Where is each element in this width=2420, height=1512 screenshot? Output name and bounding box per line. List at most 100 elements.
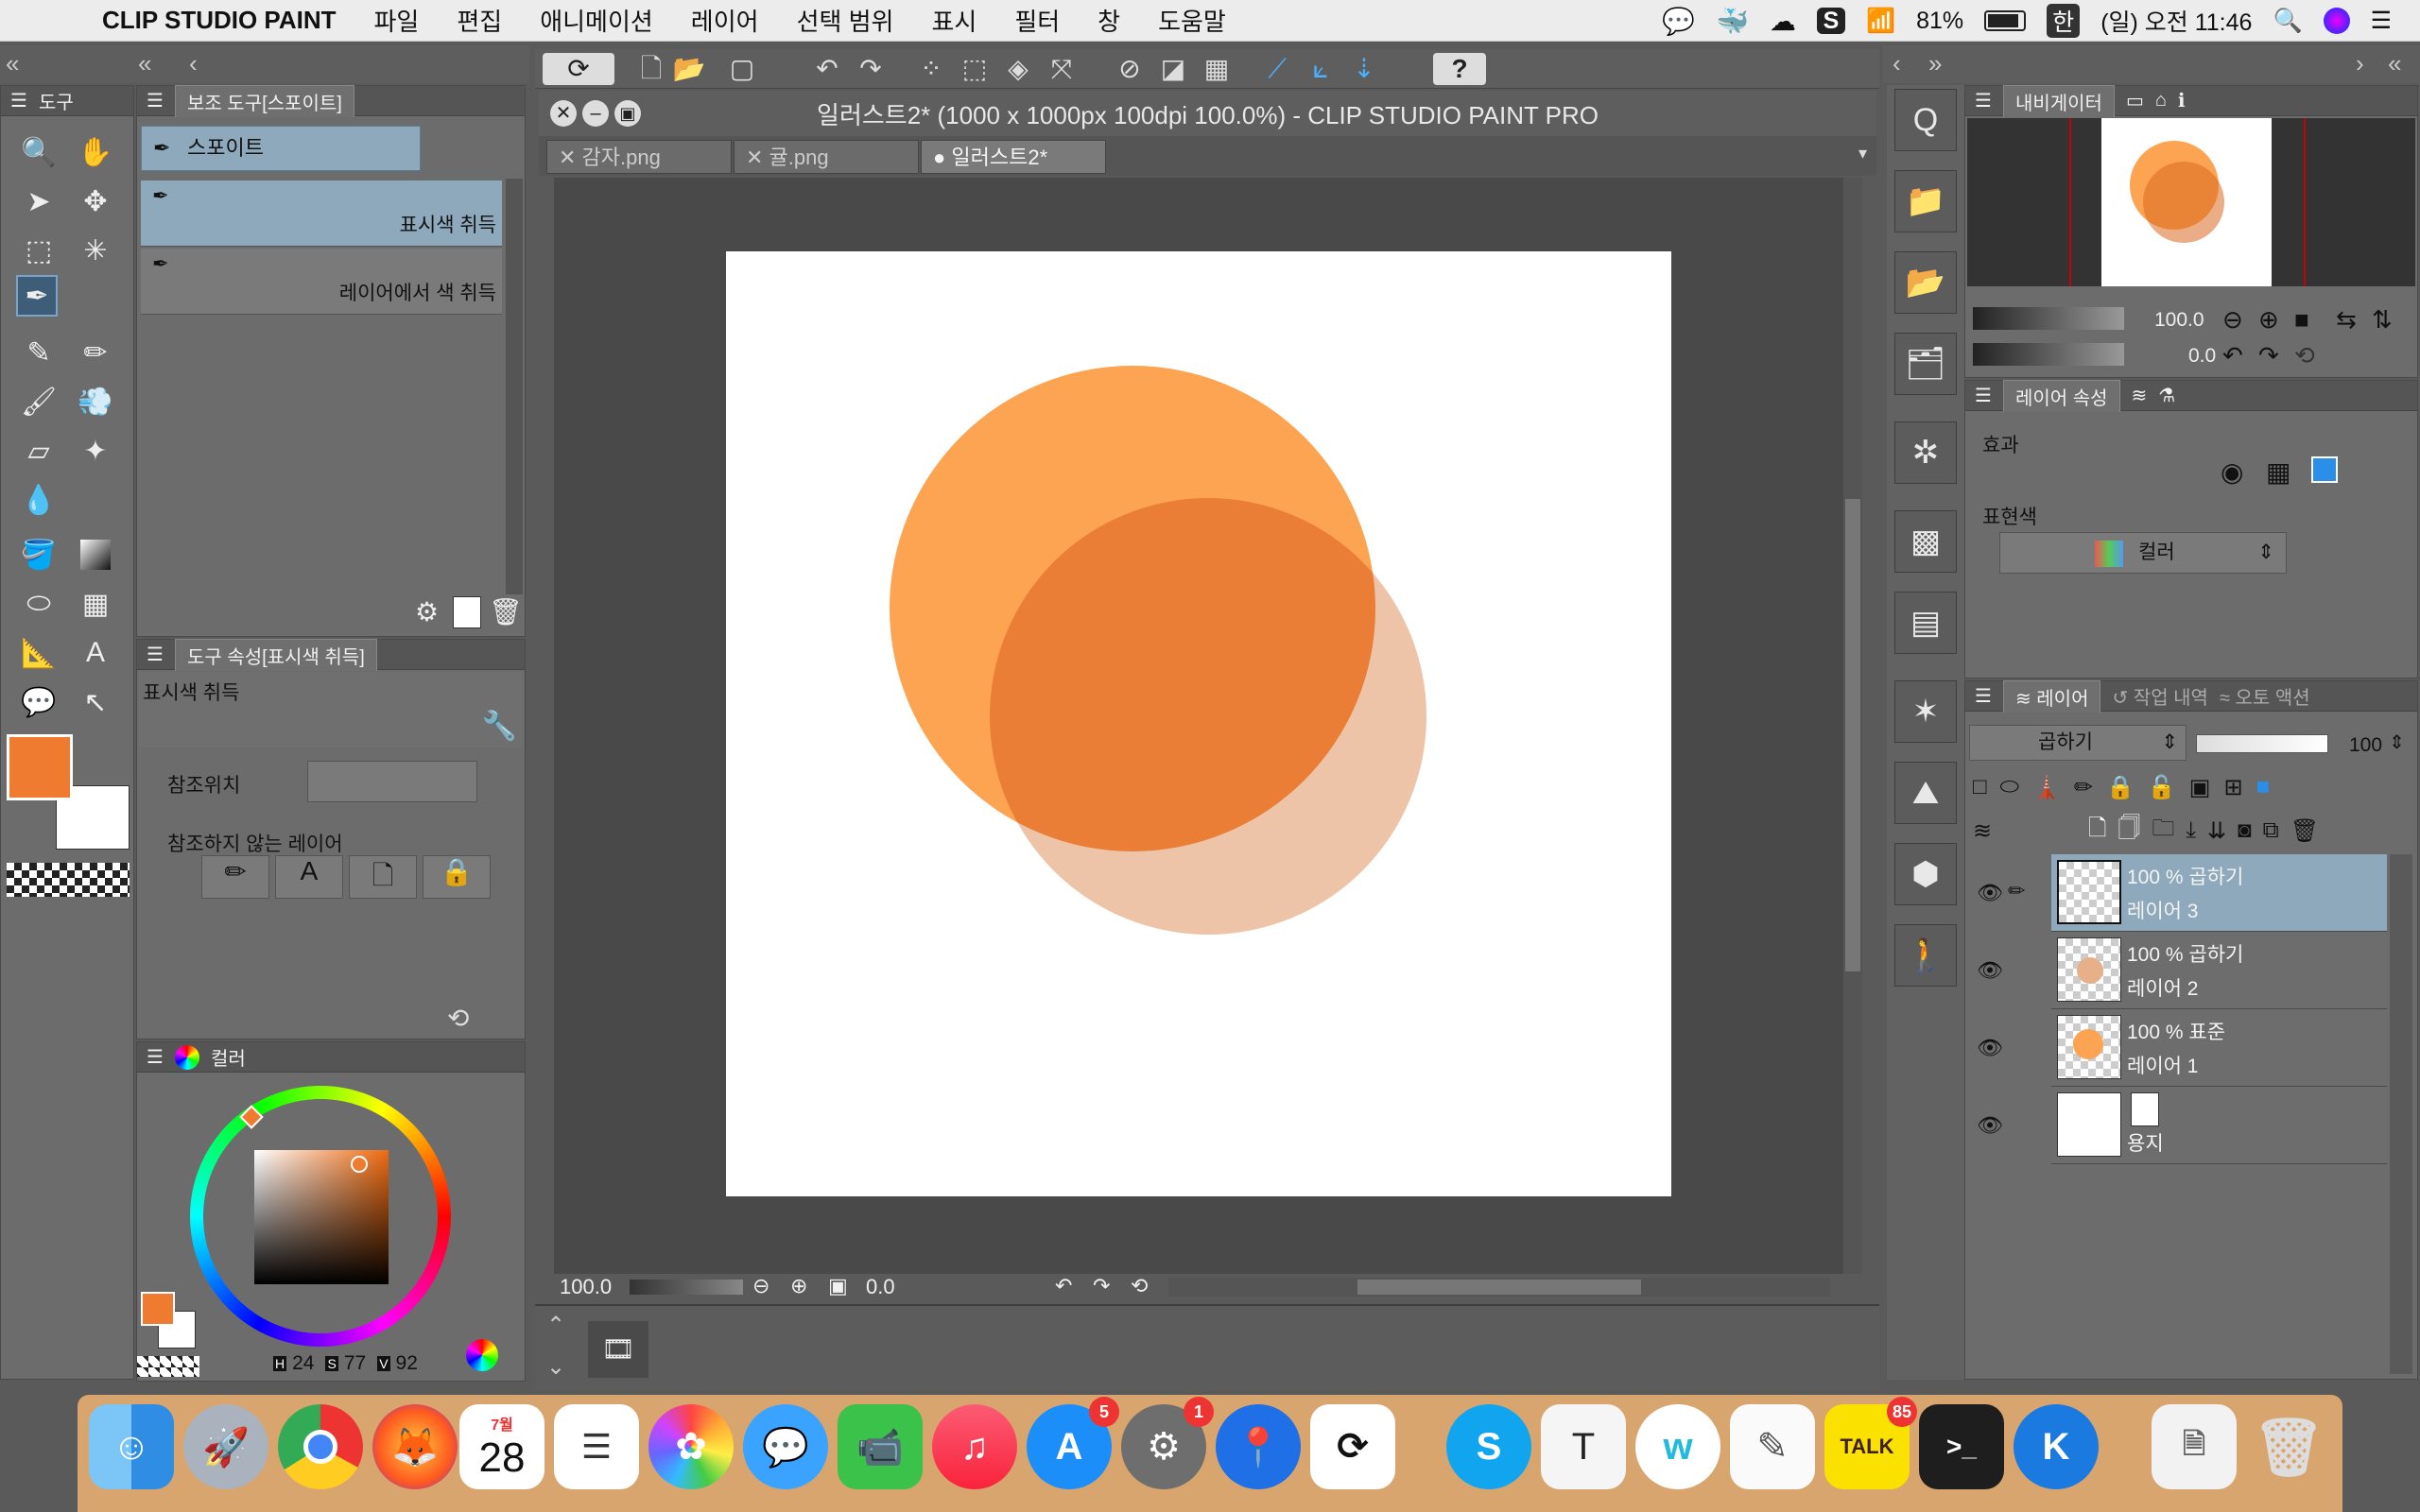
balloon-tool-icon[interactable]: 💬: [18, 681, 60, 723]
layer-property-tab[interactable]: 레이어 속성: [2002, 379, 2120, 412]
timeline-film-icon[interactable]: 🎞: [588, 1321, 648, 1378]
menu-window[interactable]: 창: [1098, 3, 1120, 38]
tab-gamja[interactable]: ✕ 감자.png: [546, 140, 732, 174]
pressure-icon[interactable]: ⟀: [1303, 53, 1339, 85]
collapse-sub-dock-icon[interactable]: «: [138, 49, 151, 78]
kakaotalk-icon[interactable]: TALK 85: [1824, 1397, 1917, 1489]
gradient-tool-icon[interactable]: [75, 534, 116, 576]
new-vector-layer-icon[interactable]: 🗍: [2118, 812, 2140, 850]
undo-icon[interactable]: ↶: [809, 53, 845, 85]
ruler-show-icon[interactable]: ⊞: [2223, 774, 2242, 801]
layer-row[interactable]: 100 % 곱하기 레이어 3: [2051, 854, 2387, 932]
select-all-icon[interactable]: ⬚: [957, 53, 993, 85]
border-effect-icon[interactable]: ◉: [2221, 456, 2243, 488]
docker-icon[interactable]: 🐳: [1716, 6, 1749, 37]
next-panel-icon[interactable]: ›: [2356, 49, 2364, 78]
timeline-expand-icon[interactable]: ⌃: [546, 1312, 565, 1339]
layer-color-swatch-icon[interactable]: ■: [2256, 774, 2271, 800]
ruler-tool-icon[interactable]: 📐: [18, 632, 60, 674]
tone-effect-icon[interactable]: ▦: [2266, 456, 2290, 488]
rotation-value[interactable]: 0.0: [866, 1275, 895, 1299]
draft-layer-icon[interactable]: ✏: [2074, 774, 2093, 801]
app-store-icon[interactable]: A5: [1027, 1397, 1119, 1489]
terminal-icon[interactable]: >_: [1919, 1404, 2004, 1489]
menu-file[interactable]: 파일: [374, 3, 420, 38]
delete-layer-icon[interactable]: 🗑: [2290, 817, 2319, 845]
material-effect-icon[interactable]: ✶: [1894, 680, 1957, 743]
exclude-paper-layer-button[interactable]: 🗋: [349, 855, 417, 899]
drawing-paper[interactable]: [726, 251, 1671, 1196]
grid-snap-icon[interactable]: ▦: [1199, 53, 1235, 85]
finder-icon[interactable]: ☺: [89, 1404, 174, 1489]
material-tone-icon[interactable]: ▩: [1894, 510, 1957, 573]
layer-color-icon[interactable]: □: [1973, 774, 1987, 800]
material-manga-icon[interactable]: ▤: [1894, 592, 1957, 654]
mask-enable-icon[interactable]: ▣: [2189, 774, 2211, 801]
zoom-in-icon[interactable]: ⊕: [790, 1274, 807, 1298]
skype-icon[interactable]: S: [1446, 1404, 1531, 1489]
tab-close-icon[interactable]: ✕: [746, 146, 769, 169]
zoom-tool-icon[interactable]: 🔍: [18, 131, 60, 173]
pen-tool-icon[interactable]: ✎: [18, 332, 60, 373]
navigator-preview[interactable]: [1967, 118, 2415, 286]
menu-help[interactable]: 도움말: [1158, 3, 1226, 38]
decoration-tool-icon[interactable]: ✦: [75, 430, 116, 472]
help-icon[interactable]: ?: [1433, 53, 1486, 85]
layer-list-scrollbar[interactable]: [2390, 854, 2412, 1374]
layer-edit-target-icon[interactable]: ✏: [2008, 879, 2025, 903]
document-stack-icon[interactable]: 🗎: [2152, 1404, 2237, 1489]
calendar-icon[interactable]: 7월 28: [459, 1404, 544, 1489]
opacity-value[interactable]: 100: [2349, 734, 2382, 757]
menu-animation[interactable]: 애니메이션: [540, 3, 653, 38]
new-subtool-icon[interactable]: [453, 596, 481, 628]
typora-icon[interactable]: T: [1541, 1404, 1626, 1489]
layer-row[interactable]: 100 % 표준 레이어 1: [2051, 1009, 2387, 1087]
collapse-right-dock-icon[interactable]: «: [2388, 49, 2401, 78]
reference-layer-icon[interactable]: 🗼: [2032, 774, 2061, 801]
navigator-fit-icon[interactable]: ■: [2294, 305, 2309, 335]
subtool-item-display-color[interactable]: ✒ 표시색 취득: [141, 180, 502, 247]
menubar-clock[interactable]: (일) 오전 11:46: [2100, 4, 2252, 38]
tool-property-reset-icon[interactable]: ⟲: [447, 1003, 469, 1034]
blend-mode-select[interactable]: 곱하기 ⇕: [1969, 725, 2187, 761]
subtool-scrollbar[interactable]: [506, 179, 523, 594]
sv-picker-handle[interactable]: [351, 1156, 368, 1173]
material-background-icon[interactable]: ⛰: [1894, 762, 1957, 824]
navigator-zoom-out-icon[interactable]: ⊖: [2222, 305, 2243, 335]
airbrush-tool-icon[interactable]: 💨: [75, 381, 116, 422]
pencil-tool-icon[interactable]: ✏: [75, 332, 116, 373]
fill-selection-icon[interactable]: ◈: [1000, 53, 1036, 85]
tool-property-tab[interactable]: 도구 속성[표시색 취득]: [174, 638, 377, 671]
prev-panel-icon[interactable]: ‹: [1893, 49, 1901, 78]
panel-menu-icon[interactable]: ☰: [1975, 684, 1992, 708]
whale-browser-icon[interactable]: w: [1635, 1404, 1720, 1489]
lock-transparency-icon[interactable]: 🔓: [2148, 774, 2176, 801]
battery-icon[interactable]: [1984, 10, 2027, 31]
menu-filter[interactable]: 필터: [1014, 3, 1060, 38]
navigator-zoom-slider[interactable]: [1973, 307, 2124, 330]
messages-icon[interactable]: 💬: [743, 1404, 828, 1489]
subtool-item-layer-color[interactable]: ✒ 레이어에서 색 취득: [141, 249, 502, 315]
apply-mask-icon[interactable]: ⧉: [2263, 817, 2279, 844]
zoom-out-icon[interactable]: ⊖: [752, 1274, 769, 1298]
panel-menu-icon[interactable]: ☰: [147, 1045, 164, 1069]
lock-layer-icon[interactable]: 🔒: [2106, 774, 2135, 801]
tab-illust2[interactable]: ● 일러스트2*: [921, 140, 1106, 174]
system-preferences-icon[interactable]: ⚙ 1: [1121, 1397, 1214, 1489]
saturation-value-square[interactable]: [254, 1150, 389, 1284]
firefox-icon[interactable]: 🦊: [372, 1404, 458, 1489]
transform-icon[interactable]: ⤧: [1044, 53, 1080, 85]
fill-tool-icon[interactable]: 🪣: [18, 534, 60, 576]
eraser-tool-icon[interactable]: ▱: [18, 430, 60, 472]
expand-right-dock-icon[interactable]: »: [1928, 49, 1942, 78]
color-panel-transparent-swatch[interactable]: [137, 1356, 199, 1377]
operation-tool-icon[interactable]: ➤: [18, 180, 60, 222]
pen-pressure-icon[interactable]: ⇣: [1346, 53, 1382, 85]
canvas-vertical-scrollbar[interactable]: [1843, 178, 1862, 1274]
expression-color-select[interactable]: 컬러 ⇕: [1999, 532, 2287, 574]
material-pattern-icon[interactable]: ✲: [1894, 421, 1957, 484]
material-add-icon[interactable]: 📂: [1894, 251, 1957, 314]
figure-tool-icon[interactable]: ⬭: [18, 583, 60, 625]
layer-visibility-eye-icon[interactable]: 👁: [1976, 1087, 2004, 1164]
exclude-draft-layer-button[interactable]: ✏: [201, 855, 269, 899]
